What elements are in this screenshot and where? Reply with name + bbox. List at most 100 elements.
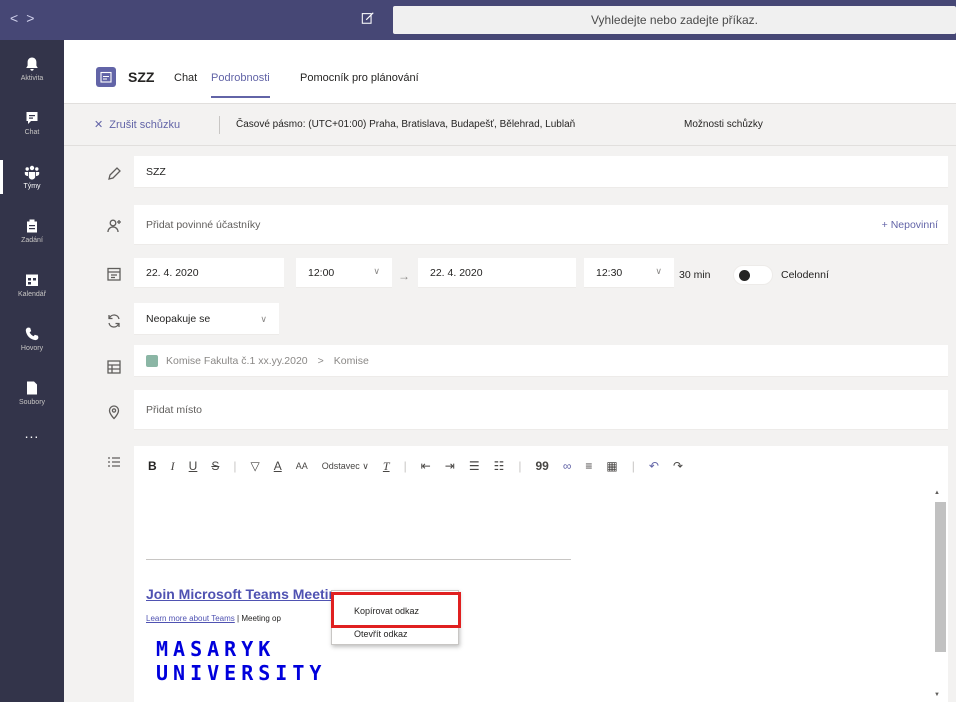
format-toolbar: B I U S | ▽ A AA Odstavec ∨ T | ⇤ ⇥ ☰ ☷ …: [134, 454, 948, 478]
logo-line-2: UNIVERSITY: [156, 661, 327, 685]
rail-item-teams[interactable]: Týmy: [0, 154, 64, 200]
menu-item-open-link[interactable]: Otevřít odkaz: [354, 629, 408, 639]
font-size-icon[interactable]: AA: [296, 461, 308, 471]
link-icon[interactable]: ∞: [563, 459, 572, 473]
end-time-field[interactable]: 12:30 ∨: [584, 258, 674, 288]
phone-icon: [25, 327, 39, 341]
quote-button[interactable]: 99: [535, 459, 548, 473]
channel-name: Komise: [333, 354, 369, 367]
strikethrough-button[interactable]: S: [211, 459, 219, 473]
meeting-header: SZZ Chat Podrobnosti Pomocník pro plánov…: [64, 40, 956, 104]
bullet-list-icon[interactable]: ☰: [469, 459, 480, 473]
teams-icon: [24, 165, 40, 180]
location-input[interactable]: Přidat místo: [134, 390, 948, 430]
numbered-list-icon[interactable]: ☷: [494, 459, 505, 473]
timezone-selector[interactable]: Časové pásmo: (UTC+01:00) Praha, Bratisl…: [236, 119, 575, 130]
indent-icon[interactable]: ⇥: [445, 459, 455, 473]
channel-field[interactable]: Komise Fakulta č.1 xx.yy.2020 > Komise: [134, 345, 948, 377]
add-optional-attendees-link[interactable]: + Nepovinní: [882, 219, 938, 231]
assignments-icon: [27, 219, 37, 233]
start-time-field[interactable]: 12:00 ∨: [296, 258, 392, 288]
scrollbar-thumb[interactable]: [935, 502, 946, 652]
rail-item-calls[interactable]: Hovory: [0, 316, 64, 362]
rail-label-chat: Chat: [24, 129, 40, 136]
breadcrumb-separator: >: [317, 354, 324, 367]
channel-icon: [106, 359, 122, 375]
bell-icon: [26, 57, 38, 71]
clear-formatting-button[interactable]: T: [383, 459, 390, 474]
calendar-icon: [106, 266, 122, 282]
scroll-down-icon[interactable]: ▼: [934, 692, 940, 698]
pencil-icon: [106, 166, 122, 182]
more-apps-button[interactable]: ...: [0, 425, 64, 441]
paragraph-select[interactable]: Odstavec ∨: [322, 461, 369, 472]
paragraph-label: Odstavec: [321, 460, 360, 471]
rail-label-teams: Týmy: [23, 183, 41, 190]
recurrence-value: Neopakuje se: [146, 312, 211, 325]
back-button[interactable]: <: [10, 10, 26, 26]
rail-item-chat[interactable]: Chat: [0, 100, 64, 146]
page-title: SZZ: [128, 69, 155, 85]
rail-label-calendar: Kalendář: [17, 291, 47, 298]
files-icon: [27, 381, 37, 395]
learn-more-link[interactable]: Learn more about Teams: [146, 614, 235, 623]
calendar-icon: [26, 274, 38, 286]
highlight-icon[interactable]: ▽: [250, 459, 259, 473]
search-input[interactable]: Vyhledejte nebo zadejte příkaz.: [393, 6, 956, 34]
font-color-icon[interactable]: A: [274, 459, 282, 473]
outdent-icon[interactable]: ⇤: [421, 459, 431, 473]
scroll-up-icon[interactable]: ▲: [934, 490, 940, 496]
meeting-options-button[interactable]: Možnosti schůzky: [684, 119, 763, 130]
end-date-field[interactable]: 22. 4. 2020: [418, 258, 576, 288]
redo-icon[interactable]: ↷: [673, 459, 683, 473]
title-bar: <> Vyhledejte nebo zadejte příkaz.: [0, 0, 956, 40]
chevron-down-icon: ∨: [655, 266, 662, 276]
forward-button[interactable]: >: [26, 10, 42, 26]
university-logo: MASARYK UNIVERSITY: [156, 637, 326, 685]
rail-item-calendar[interactable]: Kalendář: [0, 262, 64, 308]
add-person-icon: [106, 218, 122, 234]
undo-icon[interactable]: ↶: [649, 459, 659, 473]
end-time-value: 12:30: [596, 266, 623, 279]
arrow-right-icon: →: [398, 269, 410, 283]
recurrence-select[interactable]: Neopakuje se ∨: [134, 303, 279, 335]
start-date-field[interactable]: 22. 4. 2020: [134, 258, 284, 288]
rail-item-files[interactable]: Soubory: [0, 370, 64, 416]
rail-item-assignments[interactable]: Zadání: [0, 208, 64, 254]
join-meeting-link[interactable]: Join Microsoft Teams Meeting: [146, 586, 346, 602]
divider: |: [403, 459, 407, 473]
bold-button[interactable]: B: [148, 459, 157, 473]
horizontal-rule-icon[interactable]: ≡: [585, 459, 592, 473]
logo-line-1: MASARYK: [156, 637, 276, 661]
chat-icon: [26, 112, 38, 124]
channel-team: Komise Fakulta č.1 xx.yy.2020: [166, 354, 308, 367]
description-editor[interactable]: B I U S | ▽ A AA Odstavec ∨ T | ⇤ ⇥ ☰ ☷ …: [134, 446, 948, 702]
divider: [219, 116, 220, 134]
meeting-options-partial: | Meeting op: [237, 614, 281, 623]
repeat-icon: [106, 313, 122, 329]
all-day-toggle[interactable]: [733, 265, 773, 285]
tab-scheduling-assistant[interactable]: Pomocník pro plánování: [300, 72, 419, 84]
highlight-box: [331, 592, 461, 628]
close-icon: ✕: [94, 119, 104, 131]
calendar-icon: [96, 67, 116, 87]
cancel-meeting-button[interactable]: ✕ Zrušit schůzku: [94, 118, 180, 132]
start-time-value: 12:00: [308, 266, 335, 279]
table-icon[interactable]: ▦: [606, 459, 617, 473]
description-icon: [106, 455, 122, 471]
rail-item-activity[interactable]: Aktivita: [0, 46, 64, 92]
title-field[interactable]: SZZ: [134, 156, 948, 188]
chevron-down-icon: ∨: [362, 460, 369, 471]
rail-label-files: Soubory: [18, 399, 46, 406]
divider: |: [631, 459, 635, 473]
tab-chat[interactable]: Chat: [174, 72, 197, 84]
chevron-down-icon: ∨: [260, 314, 267, 324]
compose-icon[interactable]: [361, 11, 375, 25]
attendees-input[interactable]: Přidat povinné účastníky + Nepovinní: [134, 205, 948, 245]
italic-button[interactable]: I: [171, 459, 175, 474]
divider: |: [233, 459, 237, 473]
tab-details[interactable]: Podrobnosti: [211, 72, 270, 98]
location-icon: [106, 404, 122, 420]
rail-label-assignments: Zadání: [21, 237, 43, 244]
underline-button[interactable]: U: [189, 459, 198, 473]
